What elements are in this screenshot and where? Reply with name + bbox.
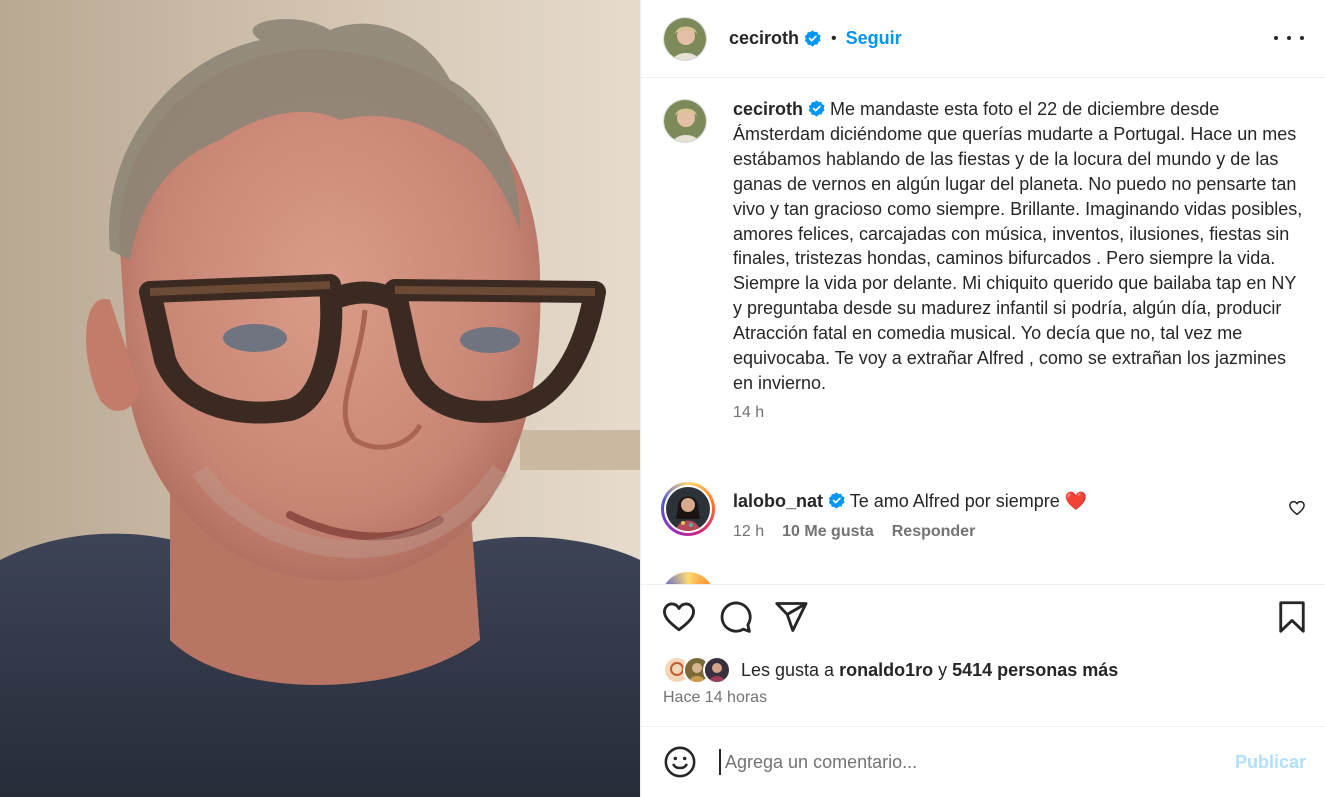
verified-badge-icon [804, 30, 821, 47]
caption-text-block: ceciroth Me mandaste esta foto el 22 de … [733, 97, 1303, 396]
author-avatar-image [664, 17, 706, 60]
reply-button[interactable]: Responder [892, 523, 976, 541]
save-bookmark-icon[interactable] [1274, 599, 1310, 635]
comments-scroll-area[interactable]: ceciroth Me mandaste esta foto el 22 de … [641, 79, 1325, 584]
ellipsis-horizontal-icon [1274, 36, 1278, 40]
liker-avatars[interactable] [663, 656, 731, 684]
likes-connector: y [938, 659, 948, 680]
comment-emoji: ❤️ [1064, 491, 1088, 511]
post-details-pane: ceciroth • Seguir ceciroth Me mandaste e… [640, 0, 1325, 797]
liker-avatar [703, 656, 731, 684]
caption-username[interactable]: ceciroth [733, 99, 803, 119]
likes-prefix: Les gusta a [741, 659, 835, 680]
verified-badge-icon [808, 100, 825, 117]
like-heart-icon[interactable] [661, 599, 697, 635]
caption-text: Me mandaste esta foto el 22 de diciembre… [733, 99, 1303, 393]
post-caption: ceciroth Me mandaste esta foto el 22 de … [663, 97, 1303, 422]
post-photo-image [0, 0, 640, 797]
likes-summary: Les gusta a ronaldo1ro y 5414 personas m… [663, 656, 1118, 684]
share-send-icon[interactable] [773, 599, 809, 635]
post-photo[interactable] [0, 0, 640, 797]
comment-composer: Publicar [641, 726, 1325, 797]
likes-others-count[interactable]: 5414 personas más [952, 660, 1118, 681]
commenter-avatar-image [666, 487, 710, 531]
commenter-avatar[interactable] [661, 482, 715, 536]
post-header: ceciroth • Seguir [641, 0, 1325, 78]
comment-meta: 12 h 10 Me gusta Responder [733, 523, 1306, 541]
next-comment-avatar-partial[interactable] [661, 572, 715, 584]
comment-bubble-icon[interactable] [717, 599, 753, 635]
more-options-button[interactable] [1274, 26, 1304, 50]
comment-item: lalobo_nat Te amo Alfred por siempre ❤️ … [661, 482, 1306, 541]
emoji-smiley-icon[interactable] [663, 745, 697, 779]
caption-timestamp[interactable]: 14 h [733, 404, 1303, 422]
post-timestamp[interactable]: Hace 14 horas [663, 689, 767, 707]
liker-username[interactable]: ronaldo1ro [839, 660, 933, 681]
comment-text-block: lalobo_nat Te amo Alfred por siempre ❤️ [733, 482, 1306, 513]
follow-button[interactable]: Seguir [846, 28, 902, 49]
caption-author-avatar[interactable] [663, 99, 707, 143]
comment-timestamp[interactable]: 12 h [733, 523, 764, 541]
comment-username[interactable]: lalobo_nat [733, 491, 823, 511]
publish-button[interactable]: Publicar [1235, 752, 1306, 773]
post-actions: Les gusta a ronaldo1ro y 5414 personas m… [641, 584, 1325, 726]
author-avatar[interactable] [663, 16, 707, 61]
comment-text: Te amo Alfred por siempre [849, 491, 1060, 511]
verified-badge-icon [828, 492, 845, 509]
header-separator: • [831, 29, 837, 47]
header-username[interactable]: ceciroth [729, 28, 799, 49]
comment-likes-count[interactable]: 10 Me gusta [782, 523, 874, 541]
comment-like-heart-icon[interactable] [1288, 499, 1306, 517]
comment-input[interactable] [719, 749, 1199, 775]
